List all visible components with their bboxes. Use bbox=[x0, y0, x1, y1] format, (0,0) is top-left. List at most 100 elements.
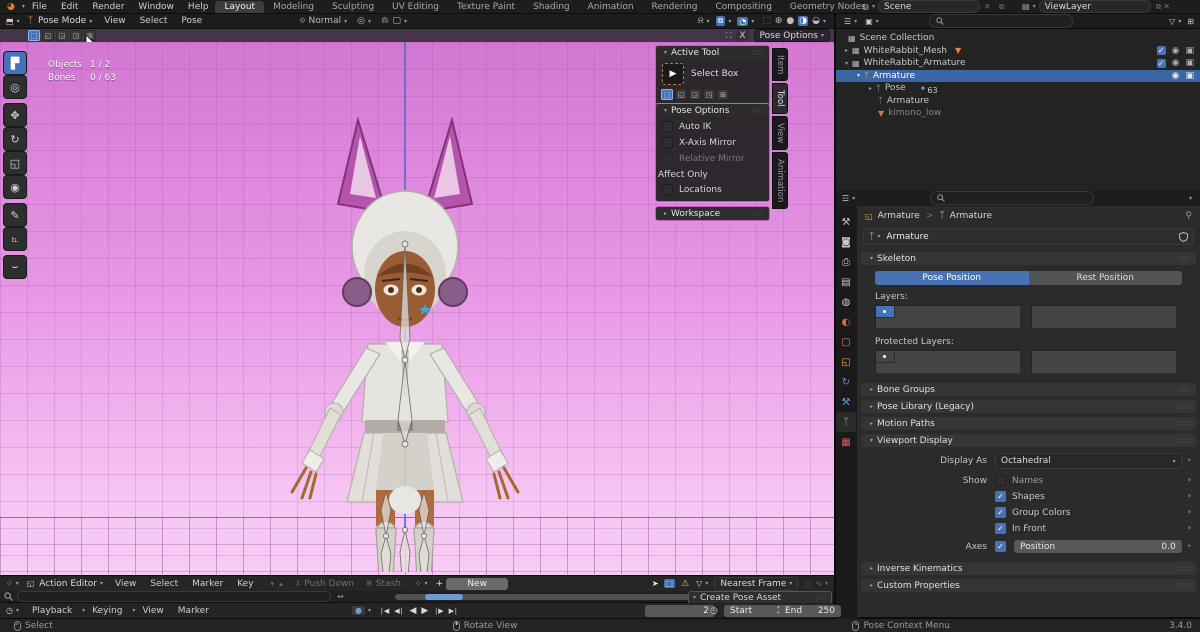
fallback-tool-icon[interactable]: ⛶ bbox=[726, 31, 732, 41]
outliner-row-armature-object[interactable]: ▾ ᛉArmature ◉ ▣ bbox=[836, 70, 1200, 83]
active-tool-header[interactable]: ▾Active Tool∷∷ bbox=[656, 46, 769, 59]
x-axis-mirror-checkbox[interactable] bbox=[662, 137, 673, 148]
viewport-display-panel-header[interactable]: ▾Viewport Display∷∷ bbox=[861, 434, 1196, 447]
shading-material-icon[interactable]: ● bbox=[786, 16, 794, 26]
workspace-tab-geometry-nodes[interactable]: Geometry Nodes bbox=[781, 1, 875, 13]
shading-solid-icon[interactable]: ⊕ bbox=[775, 16, 783, 26]
workspace-tab-modeling[interactable]: Modeling bbox=[264, 1, 323, 13]
shapes-checkbox[interactable]: ✓ bbox=[995, 491, 1006, 502]
tab-object-properties[interactable]: ◱ bbox=[836, 352, 856, 372]
skeleton-panel-header[interactable]: ▾Skeleton∷∷ bbox=[861, 252, 1196, 265]
play-reverse-button[interactable]: ◀ bbox=[410, 606, 416, 616]
expand-arrow-icon[interactable]: ▸ bbox=[869, 85, 872, 92]
workspace-header[interactable]: ▸Workspace∷∷ bbox=[656, 207, 769, 220]
tool-settings-close-button[interactable]: X bbox=[736, 31, 748, 41]
tab-render-properties[interactable]: ◙ bbox=[836, 232, 856, 252]
tool-scale[interactable]: ◱ bbox=[4, 152, 26, 174]
tool-annotate[interactable]: ✎ bbox=[4, 204, 26, 226]
shading-rendered-icon[interactable]: ◑ bbox=[798, 16, 808, 26]
prev-keyframe-button[interactable]: ◀❘ bbox=[394, 607, 403, 615]
select-mode-extend-icon[interactable]: ◱ bbox=[42, 30, 54, 41]
workspace-tab-sculpting[interactable]: Sculpting bbox=[323, 1, 383, 13]
new-collection-icon[interactable]: ⊞ bbox=[1187, 17, 1194, 26]
animate-property-dot[interactable]: • bbox=[1187, 542, 1192, 552]
menu-window[interactable]: Window bbox=[131, 2, 181, 12]
pose-options-dropdown[interactable]: Pose Options▾ bbox=[754, 29, 830, 42]
xray-toggle-icon[interactable]: ◔ bbox=[737, 17, 748, 26]
tab-texture-properties[interactable]: ▦ bbox=[836, 432, 856, 452]
dopesheet-editor-icon[interactable]: ⁘ bbox=[6, 579, 13, 588]
menu-marker[interactable]: Marker bbox=[185, 579, 230, 589]
jump-to-end-button[interactable]: ▶❘ bbox=[449, 607, 458, 615]
marker-menu[interactable]: Marker bbox=[171, 606, 216, 616]
stash-button[interactable]: ❄Stash bbox=[366, 579, 401, 589]
outliner-display-mode-icon[interactable]: ☰ bbox=[844, 17, 851, 26]
menu-key[interactable]: Key bbox=[230, 579, 260, 589]
tab-world-properties[interactable]: ◐ bbox=[836, 312, 856, 332]
viewlayer-name-field[interactable]: ViewLayer bbox=[1039, 0, 1151, 13]
outliner-row-armature-data[interactable]: ᛉArmature bbox=[836, 95, 1200, 108]
preview-range-icon[interactable]: ◷ bbox=[710, 606, 718, 616]
breadcrumb-object[interactable]: Armature bbox=[878, 211, 920, 221]
tab-physics-properties[interactable]: ↻ bbox=[836, 372, 856, 392]
bone-groups-panel-header[interactable]: ▸Bone Groups∷∷ bbox=[861, 383, 1196, 396]
keying-menu[interactable]: Keying bbox=[85, 606, 129, 616]
gizmo-toggle-icon[interactable]: ⍾ bbox=[698, 16, 704, 26]
inverse-kinematics-panel-header[interactable]: ▸Inverse Kinematics∷∷ bbox=[861, 562, 1196, 575]
properties-search-input[interactable] bbox=[930, 191, 1094, 205]
falloff-curve-icon[interactable]: ∿ bbox=[815, 579, 822, 588]
auto-ik-checkbox[interactable] bbox=[662, 121, 673, 132]
channel-search-input[interactable] bbox=[17, 591, 331, 602]
menu-file[interactable]: File bbox=[25, 2, 54, 12]
fake-user-shield-icon[interactable] bbox=[1179, 232, 1188, 242]
current-frame-field[interactable]: 2 bbox=[645, 605, 715, 617]
view-menu[interactable]: View bbox=[135, 606, 170, 616]
names-checkbox[interactable] bbox=[995, 475, 1006, 486]
tab-tool-properties[interactable]: ⚒ bbox=[836, 212, 856, 232]
expand-collapse-icon[interactable]: ↔ bbox=[337, 592, 344, 601]
npanel-tab-item[interactable]: Item bbox=[772, 48, 788, 81]
axes-position-slider[interactable]: Position0.0 bbox=[1014, 540, 1182, 553]
menu-view[interactable]: View bbox=[108, 579, 143, 589]
layers-grid-right[interactable] bbox=[1031, 305, 1177, 329]
proportional-edit-icon[interactable]: ◌ bbox=[804, 579, 811, 588]
character-model[interactable] bbox=[270, 92, 540, 572]
motion-paths-panel-header[interactable]: ▸Motion Paths∷∷ bbox=[861, 417, 1196, 430]
protected-layers-grid-left[interactable] bbox=[875, 350, 1021, 374]
eye-icon[interactable]: ◉ bbox=[1172, 46, 1180, 56]
viewlayer-remove-icon[interactable]: ⧉ bbox=[1156, 2, 1162, 12]
chevron-down-icon[interactable]: ▾ bbox=[1189, 195, 1192, 202]
jump-to-start-button[interactable]: ❘◀ bbox=[379, 607, 388, 615]
play-button[interactable]: ▶ bbox=[421, 606, 427, 616]
snap-keys-icon[interactable]: ⬚ bbox=[664, 579, 676, 588]
menu-help[interactable]: Help bbox=[181, 2, 216, 12]
workspace-tab-uv-editing[interactable]: UV Editing bbox=[383, 1, 448, 13]
outliner-search-input[interactable] bbox=[929, 14, 1073, 28]
in-front-checkbox[interactable]: ✓ bbox=[995, 523, 1006, 534]
scene-icon[interactable]: ◍ bbox=[862, 2, 869, 11]
pivot-point-icon[interactable]: ◎ bbox=[357, 16, 365, 26]
eye-icon[interactable]: ◉ bbox=[1172, 71, 1180, 81]
armature-name-field[interactable]: ᛉ▾ Armature bbox=[863, 228, 1194, 245]
outliner-row-whiterabbit-armature[interactable]: ▾ ▦WhiteRabbit_Armature ✓ ◉ ▣ bbox=[836, 57, 1200, 70]
move-action-up-icon[interactable]: ▴ bbox=[279, 580, 283, 588]
rest-position-button[interactable]: Rest Position bbox=[1029, 271, 1183, 285]
protected-layers-grid-right[interactable] bbox=[1031, 350, 1177, 374]
scrollbar-view-range[interactable] bbox=[425, 594, 463, 600]
custom-properties-panel-header[interactable]: ▸Custom Properties∷∷ bbox=[861, 579, 1196, 592]
outliner-row-scene-collection[interactable]: ▦Scene Collection bbox=[836, 32, 1200, 45]
animate-property-dot[interactable]: • bbox=[1187, 476, 1192, 486]
snap-mode-dropdown[interactable]: Nearest Frame▾ bbox=[714, 577, 798, 591]
new-scene-icon[interactable]: ⧉ bbox=[999, 2, 1005, 12]
npanel-tab-view[interactable]: View bbox=[772, 116, 788, 150]
collapse-arrow-icon[interactable]: ▾ bbox=[845, 60, 848, 67]
outliner-filter-icon[interactable]: ▣ bbox=[865, 17, 873, 26]
collapse-arrow-icon[interactable]: ▾ bbox=[857, 72, 860, 79]
tool-select-box[interactable]: ▛ bbox=[4, 52, 26, 74]
funnel-filter-icon[interactable]: ▽ bbox=[696, 579, 702, 588]
menu-select[interactable]: Select bbox=[133, 16, 175, 26]
select-mode-subtract-icon[interactable]: ◲ bbox=[56, 30, 68, 41]
axes-checkbox[interactable]: ✓ bbox=[995, 541, 1006, 552]
eye-icon[interactable]: ◉ bbox=[1172, 58, 1180, 68]
workspace-tab-compositing[interactable]: Compositing bbox=[707, 1, 781, 13]
